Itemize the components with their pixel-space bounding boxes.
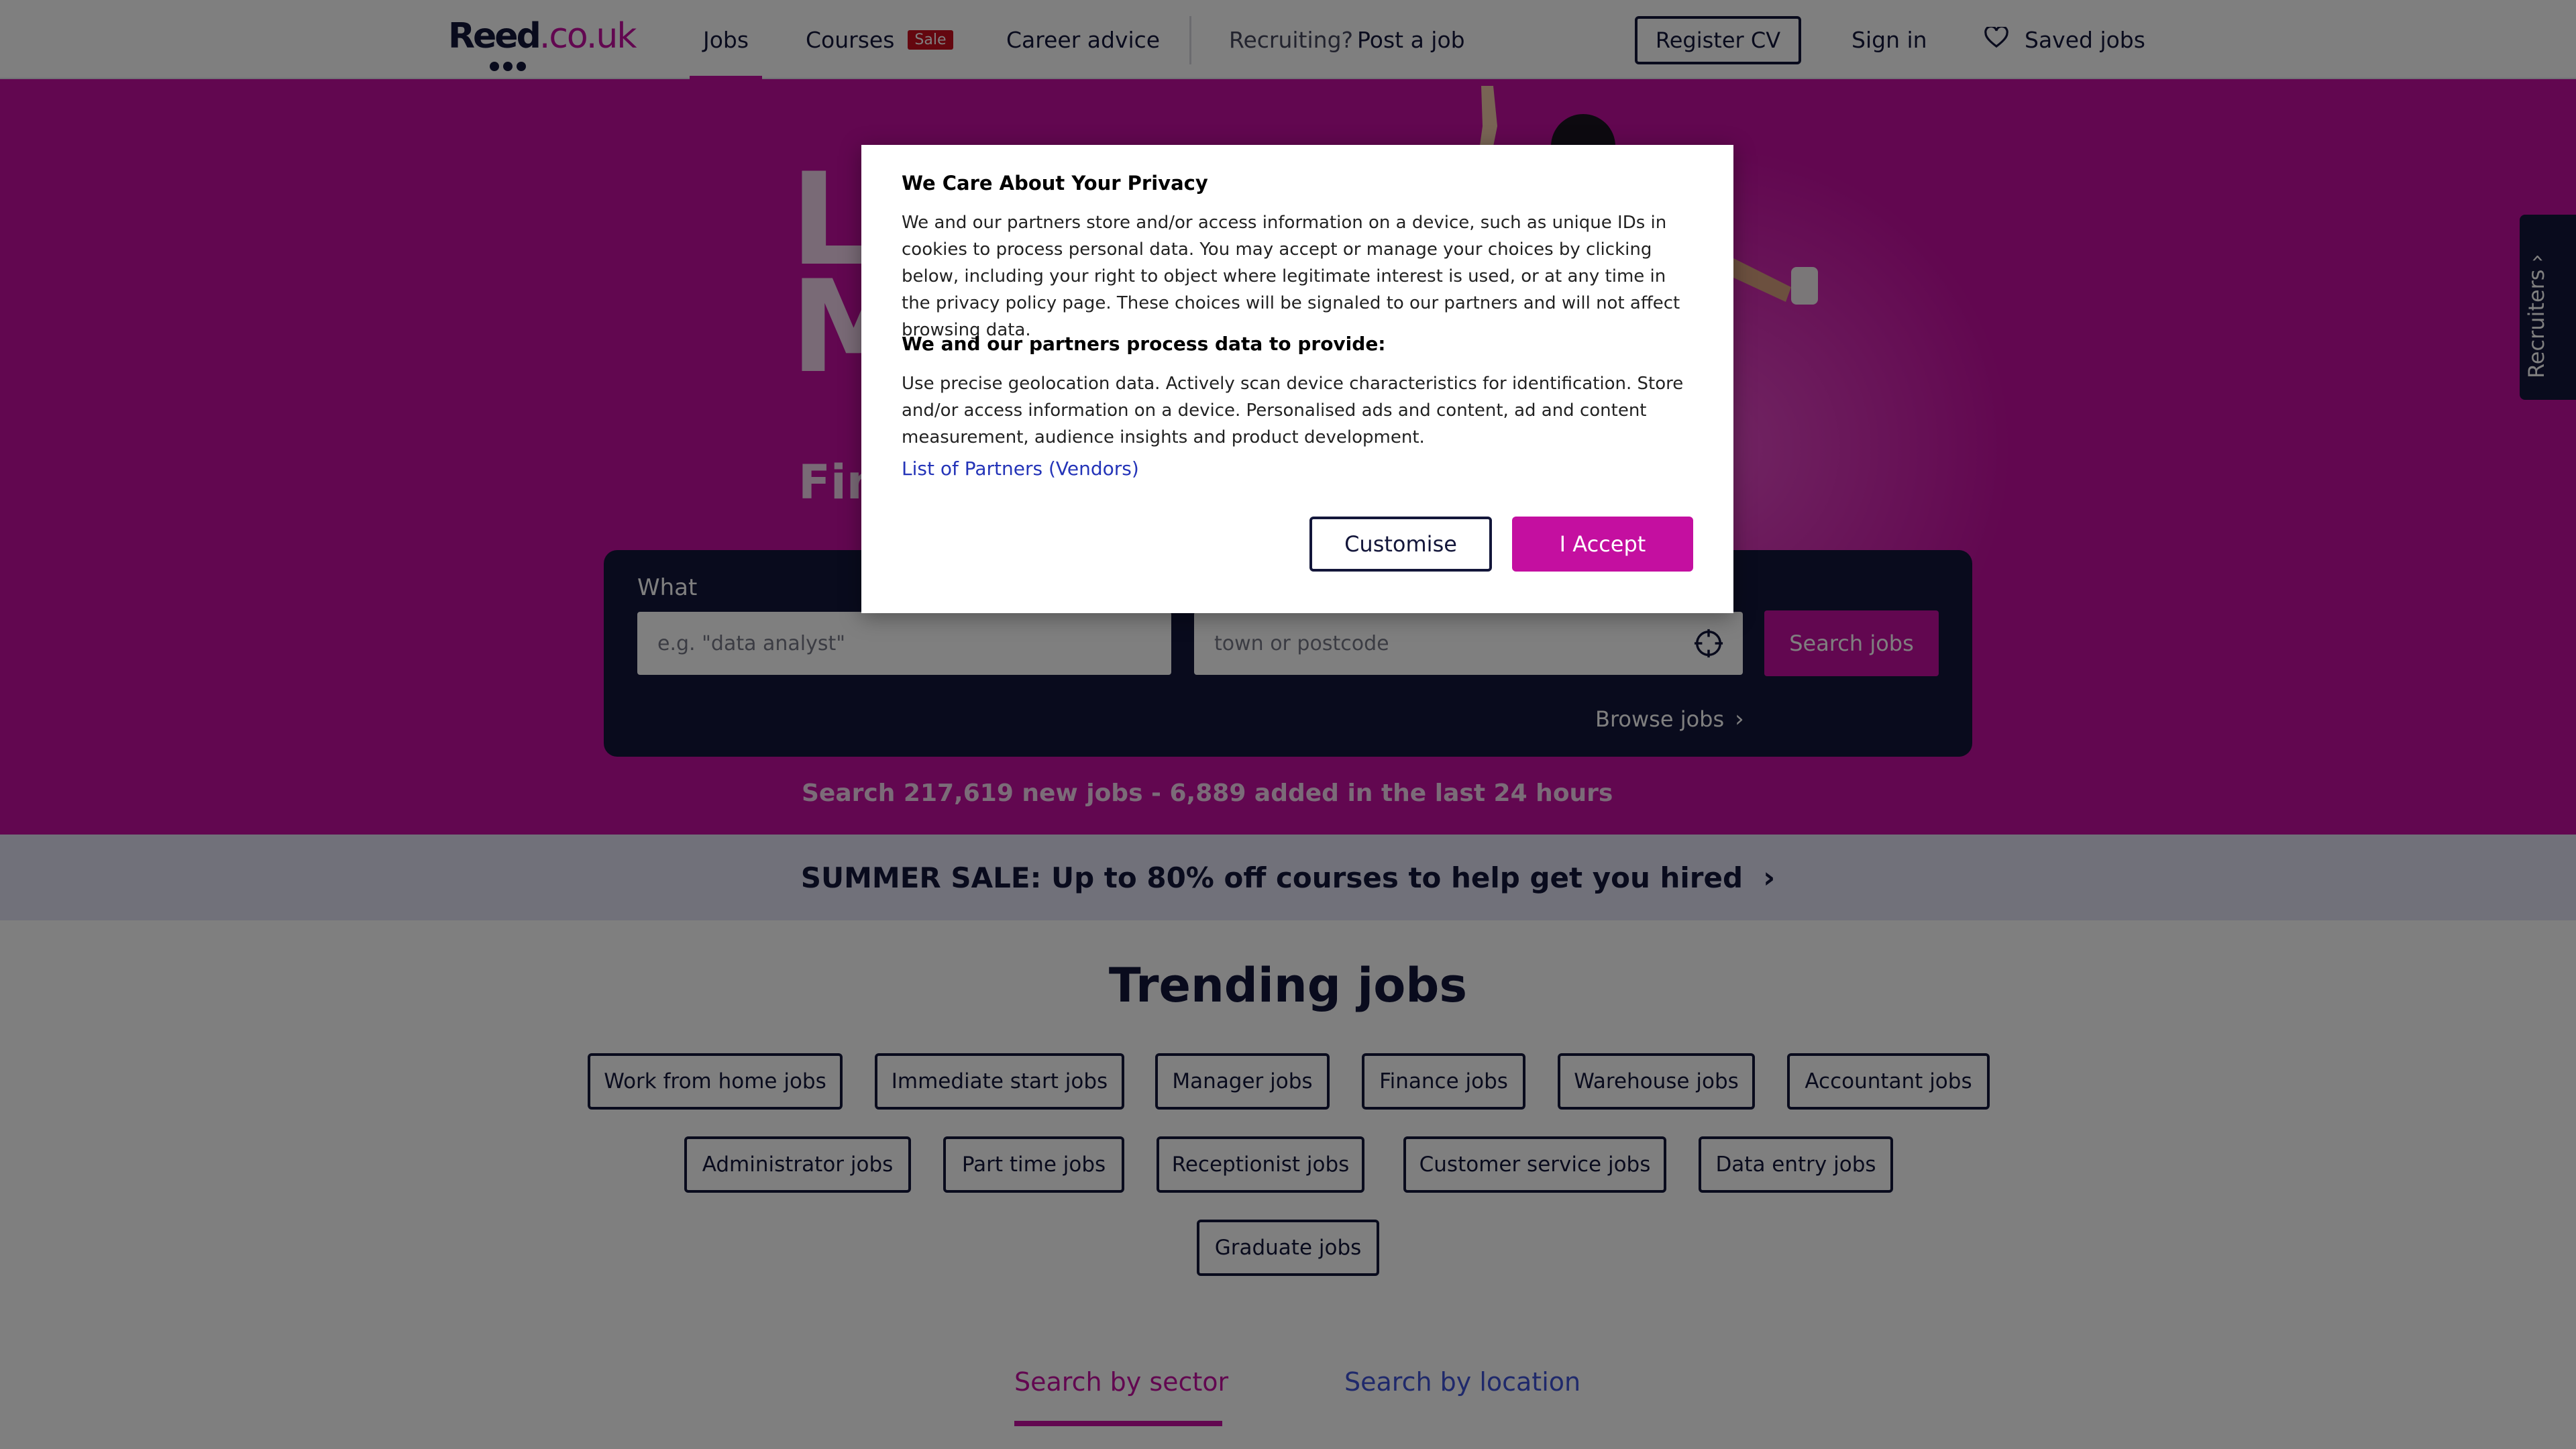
privacy-purposes-text: Use precise geolocation data. Actively s… bbox=[902, 374, 1684, 447]
privacy-dialog-body: We and our partners store and/or access … bbox=[902, 213, 1680, 340]
privacy-dialog-title: We Care About Your Privacy bbox=[902, 172, 1208, 195]
privacy-consent-dialog: We Care About Your Privacy We and our pa… bbox=[861, 145, 1733, 613]
vendors-list-link[interactable]: List of Partners (Vendors) bbox=[902, 458, 1139, 480]
privacy-purposes-title: We and our partners process data to prov… bbox=[902, 333, 1386, 355]
customise-button[interactable]: Customise bbox=[1309, 517, 1492, 572]
accept-button[interactable]: I Accept bbox=[1512, 517, 1693, 572]
